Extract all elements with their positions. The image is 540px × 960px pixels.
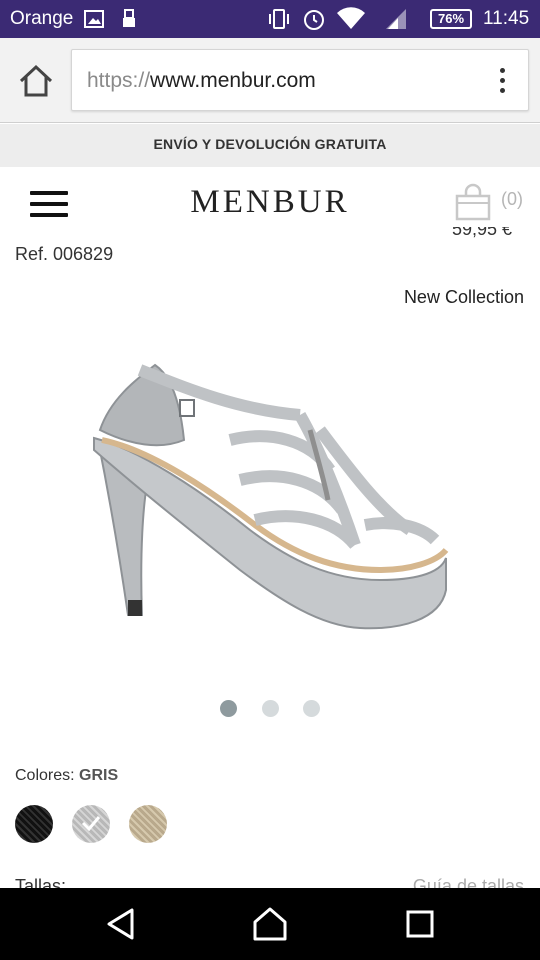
colors-label: Colores: GRIS	[15, 767, 118, 785]
swatch-grey[interactable]	[72, 805, 110, 843]
browser-home-icon[interactable]	[18, 64, 54, 98]
gallery-notification-icon	[84, 10, 104, 28]
vibrate-icon	[269, 9, 289, 29]
product-price: 59,95 €	[452, 227, 513, 239]
carousel-dots	[0, 700, 540, 718]
carousel-dot-3[interactable]	[302, 700, 320, 717]
address-bar[interactable]: https://www.menbur.com	[71, 49, 529, 111]
shopping-bag-icon[interactable]	[455, 183, 491, 221]
swatch-gold[interactable]	[129, 805, 167, 843]
swatch-black[interactable]	[15, 805, 53, 843]
url-scheme: https://	[87, 69, 151, 92]
wifi-icon	[337, 7, 365, 29]
browser-toolbar: https://www.menbur.com	[0, 38, 540, 123]
cart-count[interactable]: (0)	[501, 189, 523, 210]
selected-color: GRIS	[79, 767, 119, 784]
new-collection-badge: New Collection	[403, 287, 524, 307]
clock: 11:45	[483, 8, 530, 29]
carousel-dot-1[interactable]	[220, 700, 238, 717]
navigation-bar	[0, 888, 540, 960]
back-icon[interactable]	[104, 906, 140, 942]
recents-icon[interactable]	[402, 906, 438, 942]
url-text[interactable]: https://www.menbur.com	[87, 69, 316, 93]
alarm-icon	[304, 10, 324, 30]
carrier-name: Orange	[10, 8, 74, 29]
sandal-image[interactable]	[80, 330, 460, 650]
signal-icon	[386, 9, 406, 29]
colors-label-text: Colores:	[15, 767, 75, 784]
url-host: www.menbur.com	[150, 69, 316, 92]
home-icon[interactable]	[252, 906, 288, 942]
carousel-dot-2[interactable]	[261, 700, 279, 717]
product-reference: Ref. 006829	[15, 244, 114, 264]
free-shipping-banner: ENVÍO Y DEVOLUCIÓN GRATUITA	[0, 124, 540, 167]
usb-notification-icon	[123, 9, 135, 27]
status-bar: Orange 76% 11:45	[0, 0, 540, 38]
battery-indicator: 76%	[430, 9, 472, 29]
check-icon	[81, 816, 101, 832]
browser-menu-icon[interactable]	[498, 68, 506, 96]
